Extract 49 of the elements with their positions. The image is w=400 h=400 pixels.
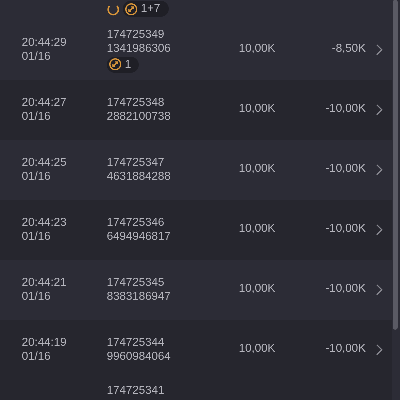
profit-text: -10,00K	[326, 283, 366, 296]
profit-text: -10,00K	[326, 103, 366, 116]
time-text: 20:44:27	[22, 96, 68, 110]
order-id: 174725345	[107, 276, 166, 290]
swap-icon	[125, 2, 138, 16]
amount-text: 10,00K	[239, 222, 276, 238]
time-text: 20:44:25	[22, 156, 68, 170]
chevron-right-icon[interactable]	[376, 344, 382, 356]
loop-icon	[107, 2, 120, 16]
count-badge: 1+7	[123, 1, 169, 17]
order-id: 174725344	[107, 336, 166, 350]
chevron-right-icon[interactable]	[376, 164, 382, 176]
scrollbar-thumb[interactable]	[393, 0, 398, 330]
count-badge: 1	[107, 56, 140, 72]
profit-text: -8,50K	[332, 43, 366, 56]
date-text: 01/16	[22, 230, 52, 244]
order-id: 174725347	[107, 156, 166, 170]
amount-text: 10,00K	[239, 42, 276, 58]
amount-text: 10,00K	[239, 102, 276, 118]
swap-icon	[109, 58, 122, 71]
order-id: 174725348	[107, 96, 166, 110]
date-text: 01/16	[22, 50, 52, 64]
order-id: 174725349	[107, 28, 166, 42]
profit-text: -10,00K	[326, 163, 366, 176]
time-text: 20:44:29	[22, 36, 68, 50]
date-text: 01/16	[22, 110, 52, 124]
profit-text: -10,00K	[326, 223, 366, 236]
time-text: 20:44:23	[22, 216, 68, 230]
amount-text: 10,00K	[239, 282, 276, 298]
chevron-right-icon[interactable]	[376, 104, 382, 116]
reference-number: 1341986306	[107, 42, 172, 56]
reference-number: 2882100738	[107, 110, 172, 124]
date-text: 01/16	[22, 350, 52, 364]
amount-text: 10,00K	[239, 342, 276, 358]
time-text: 20:44:19	[22, 336, 68, 350]
profit-text: -10,00K	[326, 343, 366, 356]
reference-number: 8383186947	[107, 290, 172, 304]
order-id: 174725341	[107, 384, 166, 398]
reference-number: 9960984064	[107, 350, 172, 364]
amount-text: 10,00K	[239, 162, 276, 178]
time-text: 20:44:21	[22, 276, 68, 290]
chevron-right-icon[interactable]	[376, 224, 382, 236]
date-text: 01/16	[22, 290, 52, 304]
order-id: 174725346	[107, 216, 166, 230]
chevron-right-icon[interactable]	[376, 44, 382, 56]
reference-number: 6494946817	[107, 230, 172, 244]
reference-number: 4631884288	[107, 170, 172, 184]
date-text: 01/16	[22, 170, 52, 184]
chevron-right-icon[interactable]	[376, 284, 382, 296]
